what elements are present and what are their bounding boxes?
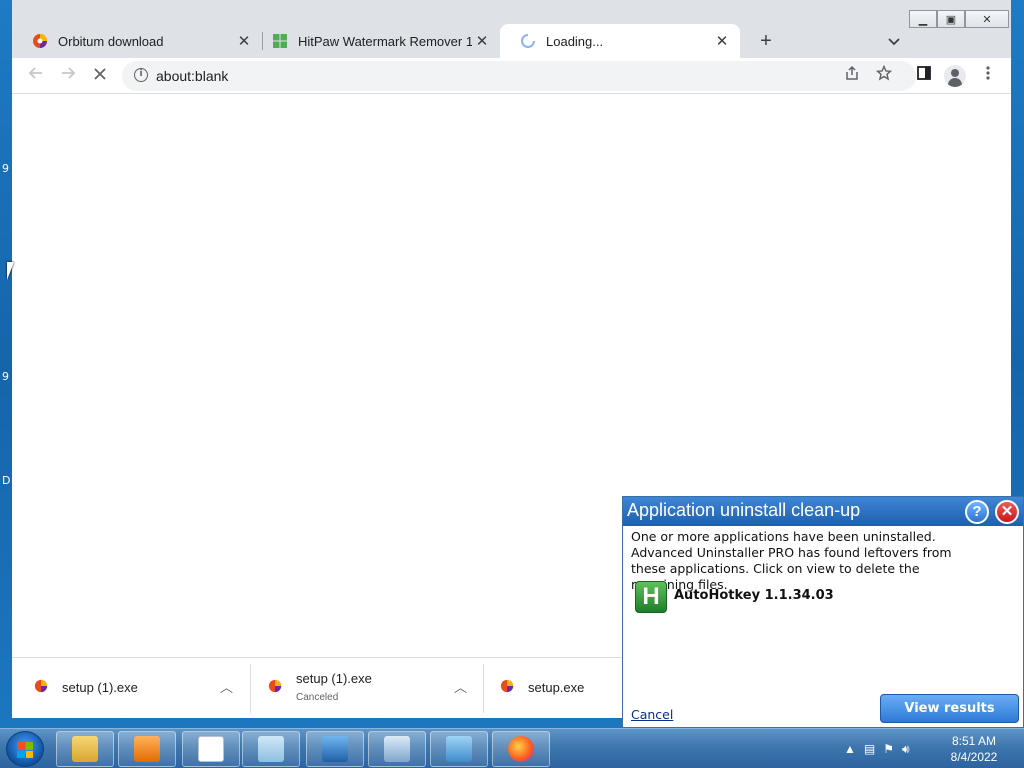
loading-spinner-icon (521, 34, 535, 48)
tab-close-icon[interactable]: ✕ (472, 32, 492, 50)
start-button[interactable] (6, 731, 44, 767)
tab-search-button[interactable] (882, 29, 906, 53)
download-item[interactable]: setup (1).exe ︿ (12, 658, 248, 719)
chevron-down-icon (888, 38, 900, 46)
windows-icon (273, 34, 287, 48)
download-status: Canceled (296, 692, 339, 703)
back-button[interactable] (24, 64, 48, 88)
taskbar: ▲ ▤ ⚑ 🔊︎ 8:51 AM 8/4/2022 (0, 728, 1024, 768)
stop-x-icon (94, 68, 106, 80)
dialog-header: Application uninstall clean-up ? ✕ (623, 497, 1023, 526)
back-arrow-icon (28, 67, 42, 79)
taskbar-notepad[interactable] (242, 731, 300, 767)
profile-avatar[interactable] (944, 65, 966, 87)
tab-hitpaw[interactable]: HitPaw Watermark Remover 1.4.0 ✕ (266, 24, 500, 58)
orbitum-icon (268, 679, 282, 693)
tab-separator (262, 32, 263, 50)
clock-time: 8:51 AM (951, 734, 997, 748)
leftover-app-name: AutoHotkey 1.1.34.03 (674, 588, 834, 603)
forward-arrow-icon (62, 67, 76, 79)
media-player-icon (134, 736, 160, 762)
dialog-close-button[interactable]: ✕ (995, 500, 1019, 524)
tray-expand-icon[interactable]: ▲ (844, 742, 856, 756)
uninstall-cleanup-dialog: Application uninstall clean-up ? ✕ One o… (622, 496, 1024, 728)
network-icon[interactable]: ▤ (864, 742, 875, 756)
view-results-button[interactable]: View results (880, 694, 1019, 723)
screen-capture-icon (384, 736, 410, 762)
taskbar-blank-document[interactable] (182, 731, 240, 767)
system-tray: ▲ ▤ ⚑ 🔊︎ (844, 733, 910, 765)
orbitum-icon (34, 679, 48, 693)
tab-label: Orbitum download (58, 33, 164, 49)
download-item[interactable]: setup.exe (478, 658, 628, 719)
tab-close-icon[interactable]: ✕ (712, 32, 732, 50)
tab-label: HitPaw Watermark Remover 1.4.0 (298, 33, 472, 49)
tab-close-icon[interactable]: ✕ (234, 32, 254, 50)
orbitum-icon (500, 679, 514, 693)
desktop-edge-glyph: 9 (2, 162, 9, 175)
info-icon[interactable]: i (134, 68, 148, 82)
tab-strip: Orbitum download ✕ HitPaw Watermark Remo… (12, 24, 1011, 58)
share-icon (846, 65, 858, 80)
windows-logo-icon (17, 742, 33, 758)
address-bar[interactable]: i about:blank (122, 61, 916, 91)
folder-icon (72, 736, 98, 762)
share-button[interactable] (840, 64, 864, 88)
toolbar: i about:blank (12, 58, 1011, 94)
download-filename: setup (1).exe (62, 680, 138, 695)
autohotkey-icon: H (635, 581, 667, 613)
cancel-link[interactable]: Cancel (631, 707, 673, 722)
kebab-menu-icon (986, 66, 990, 80)
document-icon (198, 736, 224, 762)
new-tab-button[interactable]: + (752, 27, 780, 55)
clock-date: 8/4/2022 (950, 750, 998, 764)
help-button[interactable]: ? (965, 500, 989, 524)
firefox-icon (508, 736, 534, 762)
menu-button[interactable] (976, 64, 1000, 88)
notepad-icon (258, 736, 284, 762)
tab-loading[interactable]: Loading... ✕ (500, 24, 740, 58)
chevron-up-icon[interactable]: ︿ (220, 677, 233, 696)
desktop-edge-glyph: 9 (2, 370, 9, 383)
taskbar-control-panel[interactable] (430, 731, 488, 767)
taskbar-screen-tool[interactable] (368, 731, 426, 767)
taskbar-installer[interactable] (306, 731, 364, 767)
dialog-title: Application uninstall clean-up (627, 500, 861, 520)
address-text[interactable]: about:blank (156, 68, 228, 84)
action-center-icon[interactable]: ⚑ (883, 742, 894, 756)
dialog-message: One or more applications have been unins… (631, 529, 952, 592)
volume-icon[interactable]: 🔊︎ (902, 742, 910, 757)
bookmark-button[interactable] (872, 64, 896, 88)
download-filename: setup.exe (528, 680, 585, 695)
side-panel-icon (917, 66, 931, 80)
taskbar-clock[interactable]: 8:51 AM 8/4/2022 (934, 733, 1014, 765)
taskbar-explorer[interactable] (56, 731, 114, 767)
chevron-up-icon[interactable]: ︿ (454, 677, 467, 696)
stop-loading-button[interactable] (88, 64, 112, 88)
tab-label: Loading... (546, 33, 604, 49)
installer-shield-icon (322, 736, 348, 762)
star-icon (875, 64, 893, 81)
mouse-cursor (7, 262, 14, 280)
side-panel-button[interactable] (912, 64, 936, 88)
tab-orbitum-download[interactable]: Orbitum download ✕ (12, 24, 262, 58)
desktop-edge-glyph: D (2, 474, 11, 487)
control-panel-icon (446, 736, 472, 762)
forward-button[interactable] (56, 64, 80, 88)
orbitum-icon (33, 34, 47, 48)
taskbar-media-player[interactable] (118, 731, 176, 767)
download-filename: setup (1).exe (296, 671, 372, 686)
taskbar-firefox[interactable] (492, 731, 550, 767)
download-item[interactable]: setup (1).exe Canceled ︿ (246, 658, 482, 719)
